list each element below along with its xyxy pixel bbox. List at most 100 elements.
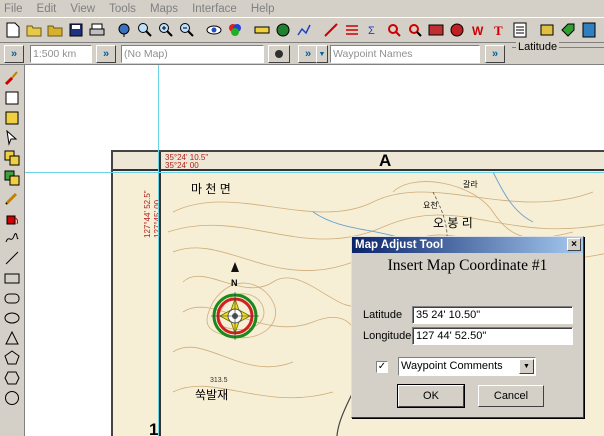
corner-latitude-label: 35°24' 10.5" 35°24' 00 — [165, 154, 208, 170]
place-label-small-2: 요천 — [423, 201, 438, 210]
open-file-button[interactable] — [24, 20, 44, 40]
view-button[interactable] — [204, 20, 224, 40]
pointer-arrow-icon — [6, 130, 18, 146]
hexagon-tool-button[interactable] — [4, 370, 20, 386]
text-button[interactable]: Σ — [363, 20, 383, 40]
line-tool-button[interactable] — [4, 250, 20, 266]
color-palette-icon — [229, 24, 241, 36]
menu-edit[interactable]: Edit — [37, 3, 57, 15]
waypoint-list-button[interactable] — [342, 20, 362, 40]
latitude-field[interactable]: 35 24' 10.50" — [412, 306, 573, 324]
menu-maps[interactable]: Maps — [150, 3, 178, 15]
map-settings-button[interactable] — [268, 45, 290, 63]
chevron-right-icon: » — [491, 48, 499, 60]
pan-tool-button[interactable] — [4, 110, 20, 126]
color-button[interactable] — [225, 20, 245, 40]
paint-tool-button[interactable] — [4, 70, 20, 86]
ok-button[interactable]: OK — [397, 384, 465, 408]
map-chevron-button[interactable]: » — [96, 45, 116, 63]
pointer-tool-button[interactable] — [4, 130, 20, 146]
pan-hand-icon — [5, 111, 19, 125]
layers-tool-button[interactable] — [4, 150, 20, 166]
longitude-label: Longitude — [363, 330, 412, 342]
track-button[interactable] — [321, 20, 341, 40]
dropdown-arrow-button[interactable]: ▼ — [519, 359, 534, 374]
map-adjust-dialog: Map Adjust Tool × Insert Map Coordinate … — [351, 236, 584, 418]
menu-tools[interactable]: Tools — [109, 3, 136, 15]
route-button[interactable] — [294, 20, 314, 40]
weight-button[interactable]: W — [468, 20, 488, 40]
ruler-button[interactable] — [252, 20, 272, 40]
layers-icon — [4, 150, 20, 166]
rectangle-select-button[interactable] — [4, 90, 20, 106]
globe-pin-icon — [118, 23, 130, 37]
corner-longitude-1: 127°44' 52.5" — [143, 190, 152, 238]
group-tool-button[interactable] — [4, 170, 20, 186]
map-sheet-letter: A — [379, 151, 392, 170]
rectangle-tool-button[interactable] — [4, 270, 20, 286]
ellipse-tool-button[interactable] — [4, 310, 20, 326]
open-folder-button[interactable] — [45, 20, 65, 40]
dot-icon — [275, 50, 283, 58]
chevron-right-icon: » — [10, 48, 18, 60]
chevron-right-icon: » — [102, 48, 110, 60]
latitude-readout: Latitude — [512, 41, 604, 61]
compass-rose-icon: N — [211, 262, 259, 340]
menu-interface[interactable]: Interface — [192, 3, 237, 15]
waypoint-names-field[interactable]: Waypoint Names — [330, 45, 480, 63]
check-icon: ✓ — [377, 361, 387, 372]
text-label-button[interactable]: T — [489, 20, 509, 40]
crosshair-horizontal — [25, 172, 604, 173]
zoom-button[interactable] — [135, 20, 155, 40]
pencil-tool-button[interactable] — [4, 190, 20, 206]
search-button[interactable] — [405, 20, 425, 40]
dropdown-value: Waypoint Comments — [401, 360, 503, 372]
magnifier-icon — [138, 23, 152, 37]
longitude-field[interactable]: 127 44' 52.50" — [412, 327, 573, 345]
map-field[interactable]: (No Map) — [121, 45, 264, 63]
dialog-title-bar[interactable]: Map Adjust Tool × — [352, 237, 583, 253]
fill-bucket-icon — [6, 215, 19, 225]
ruler-icon — [254, 26, 270, 34]
rounded-rect-tool-button[interactable] — [4, 290, 20, 306]
save-button[interactable] — [66, 20, 86, 40]
tag-button[interactable] — [558, 20, 578, 40]
menu-file[interactable]: File — [4, 3, 23, 15]
waypoint-chevron-button[interactable]: » — [298, 45, 318, 63]
menu-help[interactable]: Help — [251, 3, 275, 15]
notes-button[interactable] — [510, 20, 530, 40]
waypoint-checkbox[interactable]: ✓ — [376, 361, 388, 373]
latitude-chevron-button[interactable]: » — [485, 45, 505, 63]
triangle-tool-button[interactable] — [4, 330, 20, 346]
photo-button[interactable] — [426, 20, 446, 40]
menu-view[interactable]: View — [70, 3, 95, 15]
new-file-button[interactable] — [3, 20, 23, 40]
symbol-icon — [450, 23, 464, 37]
waypoint-dropdown-button[interactable]: ▼ — [316, 45, 328, 63]
corner-latitude-2: 35°24' 00 — [165, 161, 199, 170]
zoom-in-button[interactable] — [156, 20, 176, 40]
cancel-button[interactable]: Cancel — [478, 385, 544, 407]
scale-field[interactable]: 1:500 km — [30, 45, 92, 63]
chevron-down-icon: ▼ — [523, 363, 530, 370]
scan-button[interactable] — [537, 20, 557, 40]
close-button[interactable]: × — [567, 238, 581, 251]
rounded-rectangle-icon — [4, 293, 20, 304]
hexagon-icon — [4, 371, 20, 385]
notes-icon — [513, 22, 527, 38]
scale-chevron-button[interactable]: » — [4, 45, 24, 63]
svg-text:T: T — [494, 23, 503, 38]
map-adjust-button[interactable] — [579, 20, 599, 40]
circle-tool-button[interactable] — [4, 390, 20, 406]
symbol-button[interactable] — [447, 20, 467, 40]
find-waypoint-button[interactable] — [384, 20, 404, 40]
fill-tool-button[interactable] — [4, 210, 20, 226]
freehand-tool-button[interactable] — [4, 230, 20, 246]
print-button[interactable] — [87, 20, 107, 40]
waypoint-type-dropdown[interactable]: Waypoint Comments ▼ — [398, 357, 536, 376]
zoom-out-button[interactable] — [177, 20, 197, 40]
find-place-button[interactable] — [114, 20, 134, 40]
gps-button[interactable] — [273, 20, 293, 40]
save-icon — [69, 23, 83, 37]
pentagon-tool-button[interactable] — [4, 350, 20, 366]
